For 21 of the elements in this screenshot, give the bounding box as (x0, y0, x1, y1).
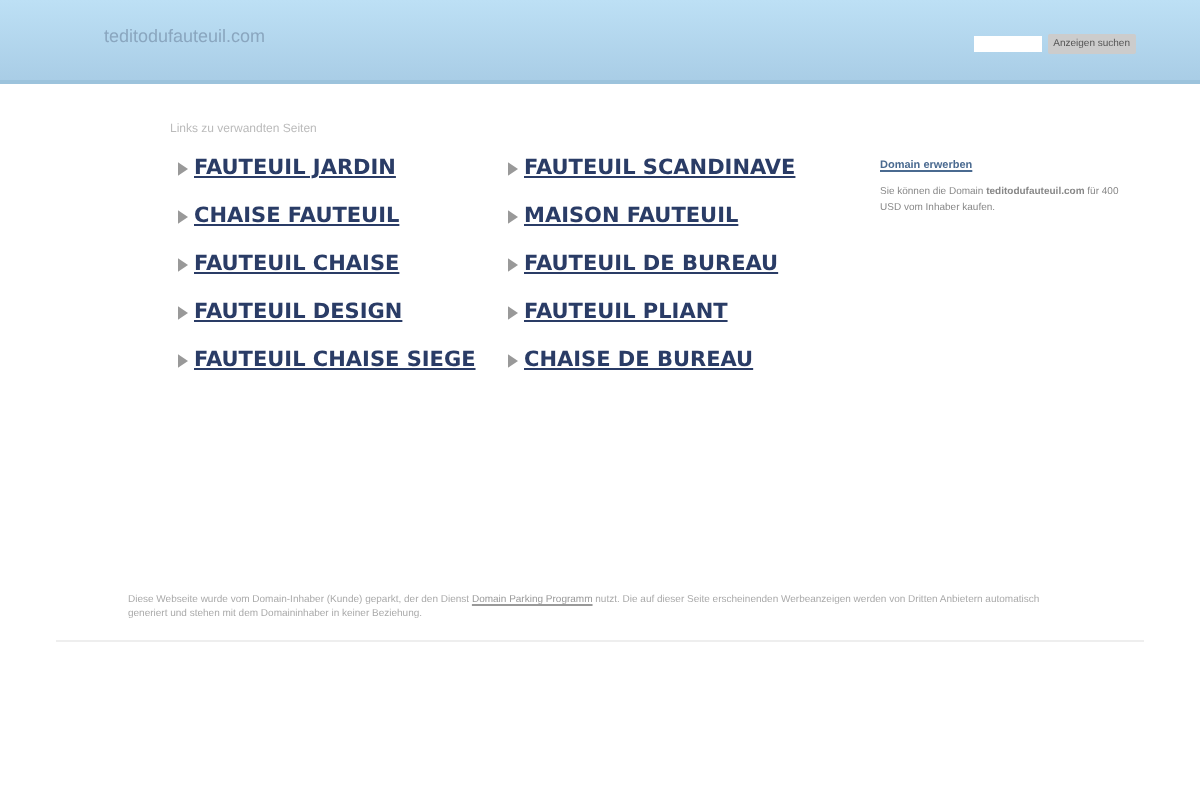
related-link[interactable]: CHAISE DE BUREAU (524, 348, 754, 372)
related-link[interactable]: FAUTEUIL JARDIN (194, 156, 396, 180)
related-link[interactable]: FAUTEUIL DE BUREAU (524, 252, 779, 276)
arrow-icon (508, 161, 518, 175)
arrow-icon (178, 305, 188, 319)
arrow-icon (178, 161, 188, 175)
arrow-icon (508, 353, 518, 367)
related-link[interactable]: FAUTEUIL DESIGN (194, 300, 403, 324)
arrow-icon (508, 257, 518, 271)
arrow-icon (508, 209, 518, 223)
arrow-icon (178, 209, 188, 223)
related-link[interactable]: FAUTEUIL PLIANT (524, 300, 728, 324)
related-link[interactable]: FAUTEUIL SCANDINAVE (524, 156, 796, 180)
search-field[interactable] (973, 36, 1042, 52)
related-link[interactable]: CHAISE FAUTEUIL (194, 204, 400, 228)
arrow-icon (178, 353, 188, 367)
related-link[interactable]: MAISON FAUTEUIL (524, 204, 739, 228)
related-link[interactable]: FAUTEUIL CHAISE SIEGE (194, 348, 476, 372)
arrow-icon (508, 305, 518, 319)
related-link[interactable]: FAUTEUIL CHAISE (194, 252, 400, 276)
arrow-icon (178, 257, 188, 271)
